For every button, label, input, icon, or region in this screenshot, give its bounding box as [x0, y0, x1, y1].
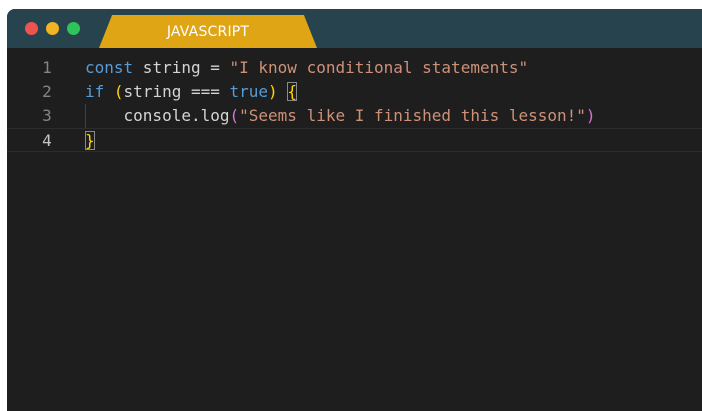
matched-brace-token: }: [85, 131, 95, 150]
line-number: 3: [42, 106, 52, 125]
keyword-token: if: [85, 82, 105, 101]
string-token: "I know conditional statements": [229, 58, 529, 77]
paren-token: (: [229, 106, 240, 125]
keyword-token: true: [229, 82, 269, 101]
code-text: }: [85, 129, 95, 153]
code-line-1[interactable]: 1 const string = "I know conditional sta…: [7, 56, 702, 80]
line-number: 1: [42, 58, 52, 77]
code-line-3[interactable]: 3 console.log("Seems like I finished thi…: [7, 104, 702, 128]
code-text: if (string === true) {: [85, 80, 297, 104]
code-line-2[interactable]: 2 if (string === true) {: [7, 80, 702, 104]
paren-token: (: [113, 82, 124, 101]
tab-javascript[interactable]: JAVASCRIPT: [99, 15, 317, 48]
line-number: 2: [42, 82, 52, 101]
paren-token: ): [268, 82, 278, 101]
tab-label: JAVASCRIPT: [166, 24, 250, 40]
code-line-4[interactable]: 4 }: [7, 128, 702, 152]
paren-token: ): [585, 106, 596, 125]
keyword-token: const: [85, 58, 134, 77]
indent-token: [85, 106, 124, 125]
expression-token: string ===: [123, 82, 230, 101]
string-token: "Seems like I finished this lesson!": [239, 106, 586, 125]
identifier-token: string =: [133, 58, 230, 77]
code-editor[interactable]: 1 const string = "I know conditional sta…: [7, 48, 702, 411]
matched-brace-token: {: [287, 82, 297, 101]
code-text: const string = "I know conditional state…: [85, 56, 528, 80]
line-number: 4: [42, 131, 52, 150]
maximize-window-button[interactable]: [67, 22, 80, 35]
minimize-window-button[interactable]: [46, 22, 59, 35]
code-text: console.log("Seems like I finished this …: [85, 104, 596, 128]
editor-window: JAVASCRIPT 1 const string = "I know cond…: [7, 9, 702, 411]
call-token: console.log: [123, 106, 230, 125]
close-window-button[interactable]: [25, 22, 38, 35]
title-bar: JAVASCRIPT: [7, 9, 702, 48]
